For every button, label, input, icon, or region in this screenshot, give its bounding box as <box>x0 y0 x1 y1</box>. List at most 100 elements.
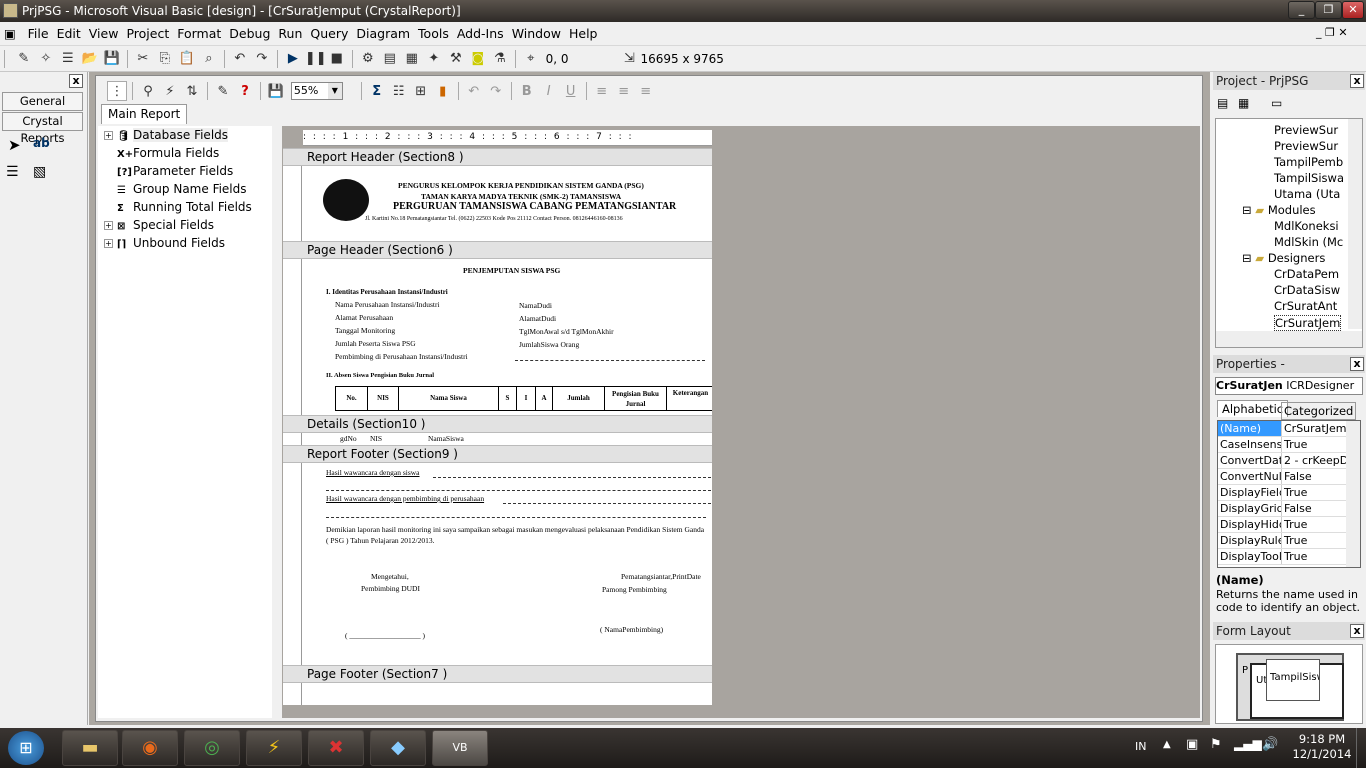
component-manager-icon[interactable]: ⚗ <box>490 49 510 69</box>
access-icon[interactable]: ✖ <box>308 730 364 766</box>
tree-item[interactable]: CrDataSisw <box>1274 283 1340 297</box>
line-object-icon[interactable]: ☰ <box>6 164 19 180</box>
minimize-button[interactable]: _ <box>1288 1 1315 19</box>
undo-icon[interactable]: ↶ <box>464 82 484 102</box>
chrome-icon[interactable]: ◎ <box>184 730 240 766</box>
toolbox-icon[interactable]: ⚒ <box>446 49 466 69</box>
field-nama-siswa[interactable]: NamaSiswa <box>428 434 464 443</box>
add-form-icon[interactable]: ✧ <box>36 49 56 69</box>
tab-categorized[interactable]: Categorized <box>1281 402 1357 420</box>
field-explorer-icon[interactable]: ⚲ <box>138 82 158 102</box>
tree-item[interactable]: PreviewSur <box>1274 139 1338 153</box>
tree-item[interactable]: MdlKoneksi <box>1274 219 1339 233</box>
section-report-footer[interactable]: Hasil wawancara dengan siswa Hasil wawan… <box>283 463 712 665</box>
property-row[interactable]: DisplayFieldVTrue <box>1218 485 1346 501</box>
menu-view[interactable]: View <box>85 22 123 46</box>
band-report-footer[interactable]: Report Footer (Section9 ) <box>283 445 712 463</box>
field-alamat-dudi[interactable]: AlamatDudi <box>519 314 556 323</box>
menu-project[interactable]: Project <box>122 22 173 46</box>
menu-add-ins[interactable]: Add-Ins <box>453 22 508 46</box>
band-details[interactable]: Details (Section10 ) <box>283 415 712 433</box>
vertical-scrollbar[interactable] <box>1346 421 1360 567</box>
add-project-icon[interactable]: ✎ <box>14 49 34 69</box>
power-icon[interactable]: ▣ <box>1186 737 1198 752</box>
copy-icon[interactable]: ⎘ <box>155 49 175 69</box>
sort-icon[interactable]: ⇅ <box>182 82 202 102</box>
close-icon[interactable]: x <box>1350 357 1364 371</box>
box-object-icon[interactable]: ▧ <box>33 164 46 180</box>
firefox-icon[interactable]: ◉ <box>122 730 178 766</box>
menu-file[interactable]: File <box>24 22 53 46</box>
field-tgl-monitoring[interactable]: TglMonAwal s/d TglMonAkhir <box>519 327 614 336</box>
form-tampil-siswa[interactable]: TampilSisw <box>1266 659 1320 701</box>
tab-alphabetic[interactable]: Alphabetic <box>1217 400 1289 417</box>
band-page-header[interactable]: Page Header (Section6 ) <box>283 241 712 259</box>
select-expert-icon[interactable]: ⚡ <box>160 82 180 102</box>
field-tree-toggle-icon[interactable]: ⋮ <box>107 81 127 101</box>
winamp-icon[interactable]: ⚡ <box>246 730 302 766</box>
band-report-header[interactable]: Report Header (Section8 ) <box>283 148 712 166</box>
tree-item-parameter-fields[interactable]: [?]Parameter Fields <box>117 164 233 178</box>
toggle-folders-icon[interactable]: ▭ <box>1271 96 1282 110</box>
menu-help[interactable]: Help <box>565 22 602 46</box>
property-row[interactable]: DisplayHiddenTrue <box>1218 517 1346 533</box>
close-icon[interactable]: x <box>1350 624 1364 638</box>
save-report-icon[interactable]: 💾 <box>266 82 286 102</box>
tree-item-group-name-fields[interactable]: ☰ Group Name Fields <box>117 182 247 196</box>
underline-icon[interactable]: U <box>561 82 581 102</box>
object-select[interactable]: CrSuratJen ICRDesigner <box>1215 377 1363 395</box>
tree-item-running-total-fields[interactable]: Σ Running Total Fields <box>117 200 252 214</box>
close-icon[interactable]: x <box>69 74 83 88</box>
help-icon[interactable]: ? <box>235 82 255 102</box>
find-icon[interactable]: ⌕ <box>199 49 219 69</box>
toolbox-tab-general[interactable]: General <box>2 92 83 111</box>
field-nis[interactable]: NIS <box>370 434 382 443</box>
section-page-footer[interactable] <box>283 683 712 705</box>
form-p[interactable]: P <box>1242 665 1248 676</box>
volume-icon[interactable]: 🔊 <box>1262 737 1278 752</box>
menu-format[interactable]: Format <box>173 22 225 46</box>
tree-folder-designers[interactable]: ⊟ ▰ Designers <box>1242 251 1325 265</box>
field-jumlah-siswa[interactable]: JumlahSiswa Orang <box>519 340 579 349</box>
save-icon[interactable]: 💾 <box>102 49 122 69</box>
view-object-icon[interactable]: ▦ <box>1238 96 1249 110</box>
tree-item[interactable]: PreviewSur <box>1274 123 1338 137</box>
menu-debug[interactable]: Debug <box>225 22 274 46</box>
zoom-select[interactable]: 55% ▼ <box>290 82 343 100</box>
property-row[interactable]: (Name) CrSuratJem <box>1218 421 1346 437</box>
maximize-button[interactable]: ❐ <box>1315 1 1342 19</box>
tree-item-selected[interactable]: CrSuratJem <box>1274 315 1342 331</box>
menu-editor-icon[interactable]: ☰ <box>58 49 78 69</box>
text-object-icon[interactable]: ab <box>33 136 50 150</box>
tree-item-database-fields[interactable]: + 🛢 Database Fields <box>104 128 229 142</box>
horizontal-scrollbar[interactable] <box>1216 331 1362 347</box>
menu-query[interactable]: Query <box>306 22 352 46</box>
bold-icon[interactable]: B <box>517 82 537 102</box>
chart-icon[interactable]: ▮ <box>433 82 453 102</box>
tree-item-unbound-fields[interactable]: + ⌈⌉ Unbound Fields <box>104 236 225 250</box>
project-explorer-icon[interactable]: ⚙ <box>358 49 378 69</box>
object-browser-icon[interactable]: ✦ <box>424 49 444 69</box>
clock[interactable]: 9:18 PM 12/1/2014 <box>1292 732 1352 762</box>
vertical-scrollbar[interactable] <box>1348 119 1362 329</box>
pause-icon[interactable]: ❚❚ <box>305 49 327 69</box>
data-view-icon[interactable]: ◙ <box>468 49 488 69</box>
flag-icon[interactable]: ⚑ <box>1210 737 1222 752</box>
tree-item[interactable]: CrDataPem <box>1274 267 1339 281</box>
section-report-header[interactable]: PENGURUS KELOMPOK KERJA PENDIDIKAN SISTE… <box>283 166 712 241</box>
pointer-icon[interactable]: ➤ <box>8 136 21 154</box>
property-row[interactable]: ConvertDate2 - crKeepD <box>1218 453 1346 469</box>
stop-icon[interactable]: ■ <box>327 49 347 69</box>
menu-window[interactable]: Window <box>508 22 565 46</box>
tree-item[interactable]: TampilPemb <box>1274 155 1343 169</box>
band-page-footer[interactable]: Page Footer (Section7 ) <box>283 665 712 683</box>
form-layout-icon[interactable]: ▦ <box>402 49 422 69</box>
align-center-icon[interactable]: ≡ <box>614 82 634 102</box>
menu-tools[interactable]: Tools <box>414 22 453 46</box>
tree-item[interactable]: MdlSkin (Mc <box>1274 235 1343 249</box>
cut-icon[interactable]: ✂ <box>133 49 153 69</box>
toolbox-tab-crystal-reports[interactable]: Crystal Reports <box>2 112 83 145</box>
section-page-header[interactable]: PENJEMPUTAN SISWA PSG I. Identitas Perus… <box>283 259 712 415</box>
open-icon[interactable]: 📂 <box>80 49 100 69</box>
align-right-icon[interactable]: ≡ <box>636 82 656 102</box>
